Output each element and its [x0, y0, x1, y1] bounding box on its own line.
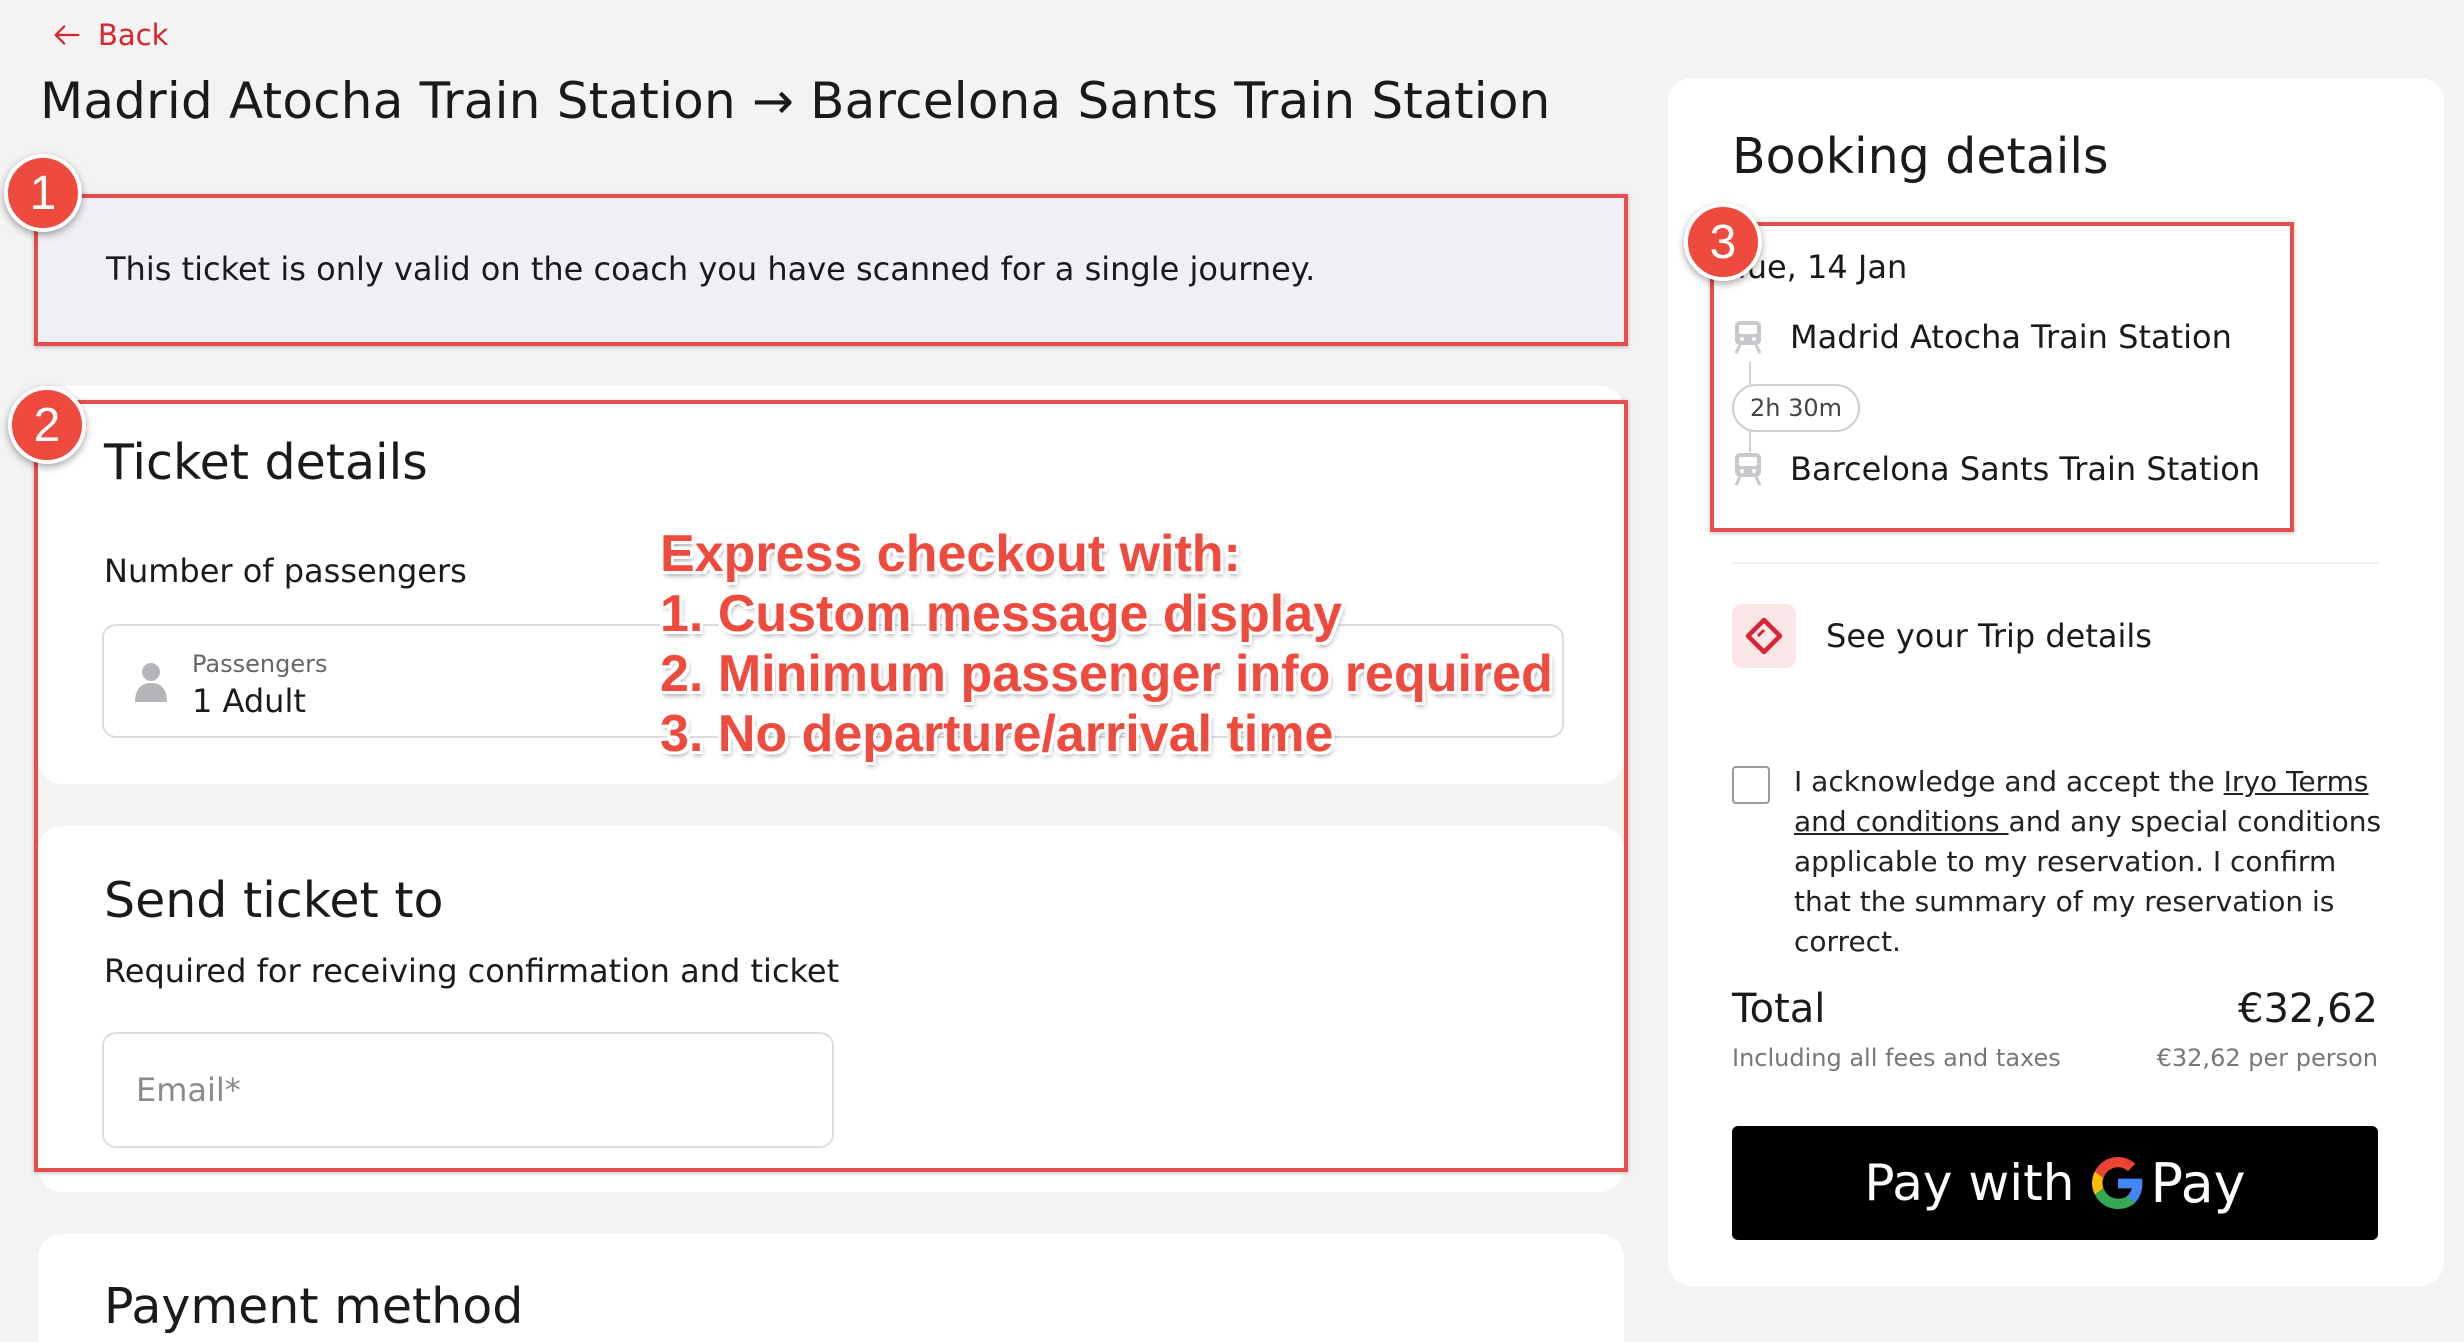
ticket-icon [1732, 604, 1796, 668]
fees-note: Including all fees and taxes [1732, 1044, 2061, 1072]
annotation-line: 3. No departure/arrival time [660, 705, 1334, 763]
pay-word: Pay [2150, 1151, 2246, 1215]
train-icon [1734, 321, 1762, 354]
back-label: Back [98, 18, 169, 52]
payment-method-title: Payment method [104, 1278, 524, 1335]
per-person-price: €32,62 per person [2156, 1044, 2378, 1072]
annotation-marker-2: 2 [8, 386, 86, 464]
departure-station-name: Madrid Atocha Train Station [1790, 318, 2232, 356]
trip-details-label: See your Trip details [1826, 617, 2152, 655]
departure-station: Madrid Atocha Train Station [1732, 318, 2232, 356]
send-ticket-title: Send ticket to [104, 872, 444, 929]
arrow-left-icon [54, 25, 80, 45]
passengers-value: 1 Adult [192, 682, 306, 720]
annotation-marker-3: 3 [1684, 203, 1762, 281]
google-pay-brand: Pay [2092, 1151, 2246, 1215]
annotation-marker-1: 1 [4, 154, 82, 232]
send-ticket-card: Send ticket to Required for receiving co… [38, 826, 1624, 1192]
arrival-station: Barcelona Sants Train Station [1732, 450, 2260, 488]
annotation-line: 2. Minimum passenger info required [660, 645, 1553, 703]
google-pay-button[interactable]: Pay with Pay [1732, 1126, 2378, 1240]
terms-prefix: I acknowledge and accept the [1794, 765, 2224, 798]
booking-details-title: Booking details [1732, 128, 2109, 185]
divider [1732, 562, 2378, 564]
train-icon [1734, 453, 1762, 486]
payment-method-card: Payment method [38, 1234, 1624, 1342]
booking-details-card: Booking details Tue, 14 Jan Madrid Atoch… [1668, 78, 2444, 1286]
duration-badge: 2h 30m [1732, 384, 1861, 432]
email-field[interactable] [102, 1032, 834, 1148]
notice-text: This ticket is only valid on the coach y… [106, 250, 1316, 288]
pay-with-label: Pay with [1864, 1154, 2075, 1212]
annotation-line: 1. Custom message display [660, 585, 1343, 643]
ticket-validity-notice: This ticket is only valid on the coach y… [38, 198, 1624, 340]
passengers-caption: Passengers [192, 650, 328, 678]
person-icon [135, 663, 167, 702]
arrival-station-name: Barcelona Sants Train Station [1790, 450, 2261, 488]
trip-details-link[interactable]: See your Trip details [1732, 604, 2152, 668]
annotation-callout: Express checkout with: 1. Custom message… [660, 524, 1553, 764]
page-title: Madrid Atocha Train Station → Barcelona … [40, 72, 1551, 130]
terms-checkbox[interactable] [1732, 766, 1770, 804]
annotation-line: Express checkout with: [660, 525, 1241, 583]
terms-text: I acknowledge and accept the Iryo Terms … [1794, 762, 2384, 962]
passengers-label: Number of passengers [104, 552, 467, 590]
total-price: €32,62 [2238, 986, 2378, 1032]
ticket-details-title: Ticket details [104, 434, 428, 491]
back-link[interactable]: Back [50, 18, 168, 52]
google-g-icon [2092, 1157, 2143, 1209]
total-label: Total [1732, 986, 1826, 1032]
send-ticket-subtitle: Required for receiving confirmation and … [104, 952, 840, 990]
